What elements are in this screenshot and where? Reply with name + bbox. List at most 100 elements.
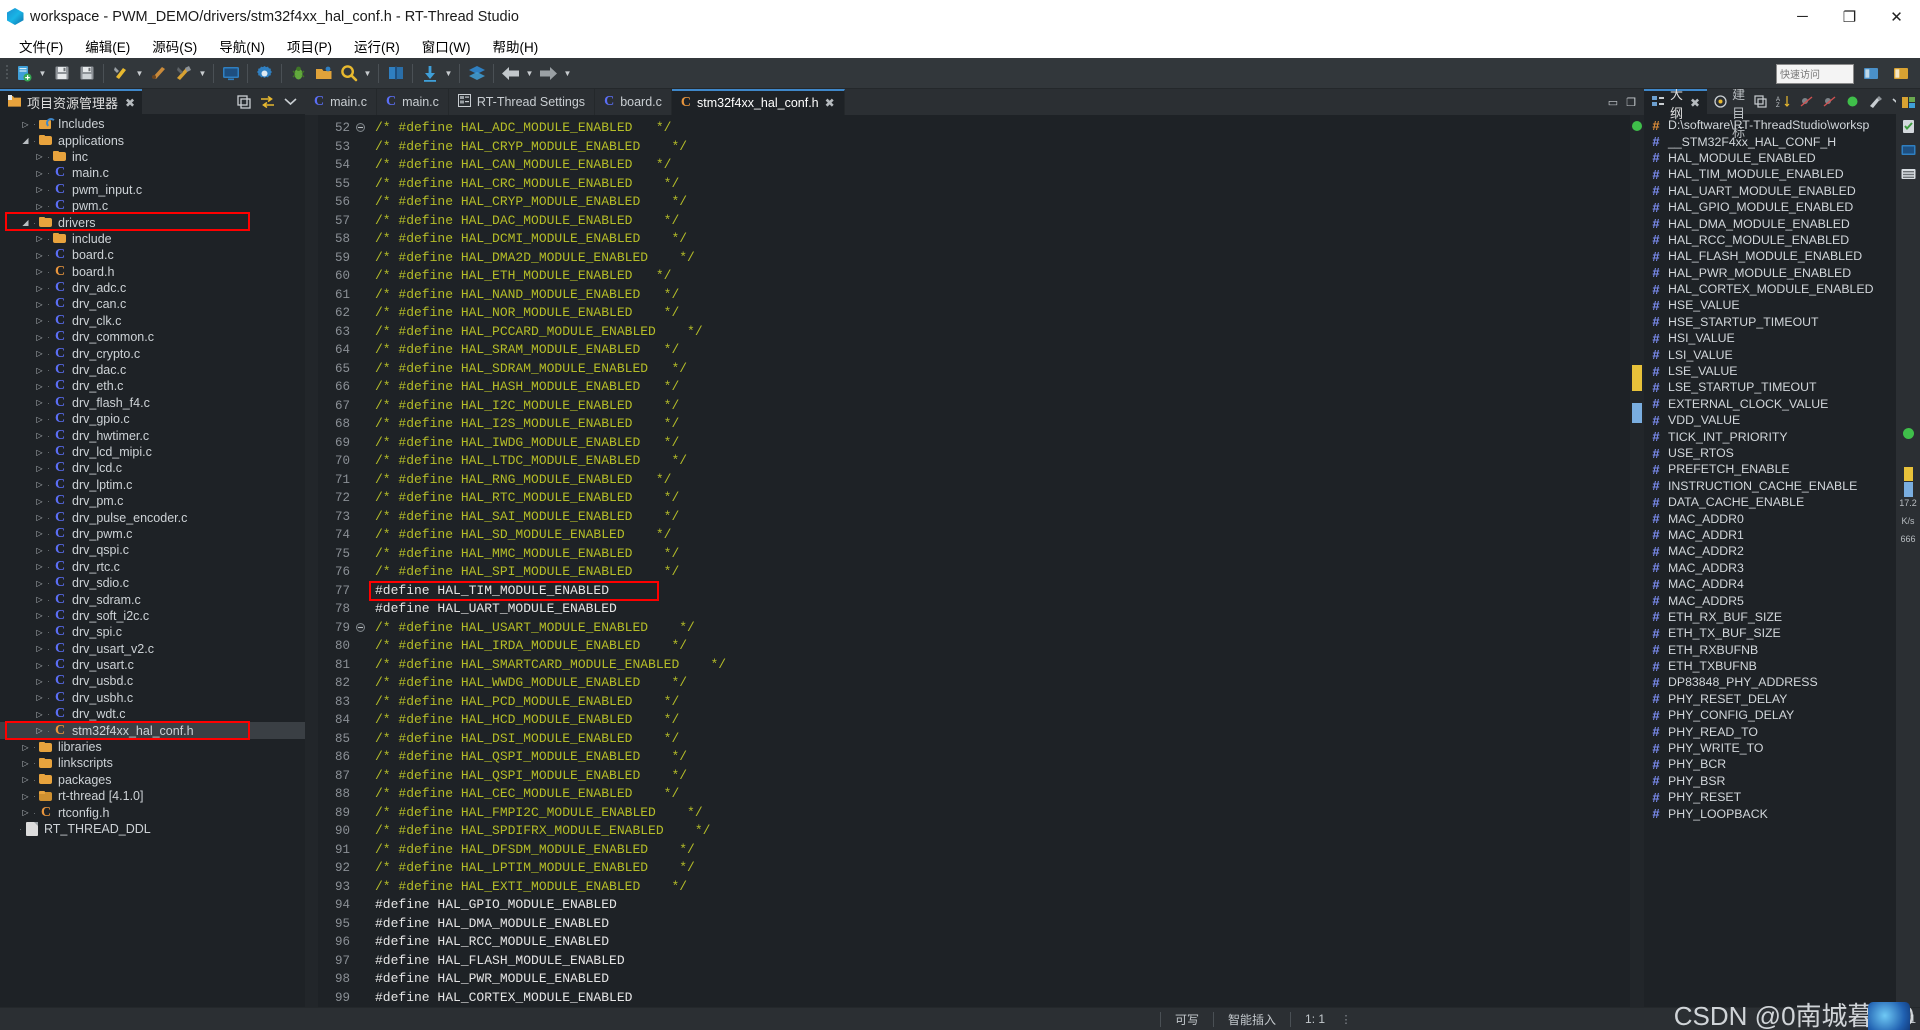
- tree-twisty-icon[interactable]: ▷: [34, 267, 45, 276]
- tree-item-pwm-input-c[interactable]: ▷ · Cpwm_input.c: [0, 182, 305, 198]
- tree-item-include[interactable]: ▷ · include: [0, 231, 305, 247]
- outline-item-hal-flash-module-enabled[interactable]: # HAL_FLASH_MODULE_ENABLED: [1644, 248, 1896, 264]
- tree-item-drv-flash-f4-c[interactable]: ▷ · Cdrv_flash_f4.c: [0, 395, 305, 411]
- editor-tab-board-c[interactable]: Cboard.c: [595, 89, 672, 115]
- new-file-dropdown-icon[interactable]: ▼: [36, 61, 49, 86]
- fold-slot[interactable]: [354, 619, 367, 638]
- fold-slot[interactable]: [354, 397, 367, 416]
- fold-slot[interactable]: [354, 434, 367, 453]
- fold-slot[interactable]: [354, 859, 367, 878]
- tree-twisty-icon[interactable]: ▷: [34, 513, 45, 522]
- tree-item-drv-dac-c[interactable]: ▷ · Cdrv_dac.c: [0, 362, 305, 378]
- outline-item-data-cache-enable[interactable]: # DATA_CACHE_ENABLE: [1644, 494, 1896, 510]
- fold-slot[interactable]: [354, 582, 367, 601]
- collapse-all-icon[interactable]: [236, 94, 252, 110]
- folding-ruler[interactable]: [354, 115, 367, 1007]
- outline-item-mac-addr4[interactable]: # MAC_ADDR4: [1644, 576, 1896, 592]
- collapse-all-icon[interactable]: [1752, 94, 1768, 110]
- tree-twisty-icon[interactable]: ◢: [20, 218, 31, 227]
- fold-slot[interactable]: [354, 304, 367, 323]
- open-perspective-icon[interactable]: [1859, 61, 1884, 86]
- tree-item-drv-lcd-mipi-c[interactable]: ▷ · Cdrv_lcd_mipi.c: [0, 444, 305, 460]
- tree-item-drv-sdio-c[interactable]: ▷ · Cdrv_sdio.c: [0, 575, 305, 591]
- outline-item-hal-cortex-module-enabled[interactable]: # HAL_CORTEX_MODULE_ENABLED: [1644, 281, 1896, 297]
- editor-tabbar[interactable]: Cmain.c Cmain.c RT-Thread Settings Cboard.c…: [305, 89, 1644, 115]
- build-dropdown-icon[interactable]: ▼: [133, 61, 146, 86]
- fold-slot[interactable]: [354, 933, 367, 952]
- tree-twisty-icon[interactable]: ▷: [34, 497, 45, 506]
- minimize-button[interactable]: ─: [1779, 0, 1826, 33]
- fold-slot[interactable]: [354, 878, 367, 897]
- tree-twisty-icon[interactable]: ▷: [20, 808, 31, 817]
- tree-twisty-icon[interactable]: ▷: [34, 382, 45, 391]
- outline-item-hal-gpio-module-enabled[interactable]: # HAL_GPIO_MODULE_ENABLED: [1644, 199, 1896, 215]
- new-file-icon[interactable]: [11, 61, 36, 86]
- outline-item-tick-int-priority[interactable]: # TICK_INT_PRIORITY: [1644, 428, 1896, 444]
- tree-item-includes[interactable]: ▷ · Includes: [0, 116, 305, 132]
- search-icon[interactable]: [336, 61, 361, 86]
- outline-item-hal-rcc-module-enabled[interactable]: # HAL_RCC_MODULE_ENABLED: [1644, 232, 1896, 248]
- close-icon[interactable]: ✖: [125, 96, 135, 110]
- fold-slot[interactable]: [354, 545, 367, 564]
- tree-item-applications[interactable]: ◢ · applications: [0, 132, 305, 148]
- console-icon[interactable]: [1900, 142, 1917, 159]
- tree-item-drv-pm-c[interactable]: ▷ · Cdrv_pm.c: [0, 493, 305, 509]
- editor-minimize-icon[interactable]: ▭: [1608, 96, 1618, 109]
- hide-fields-icon[interactable]: [1798, 94, 1814, 110]
- checklist-icon[interactable]: [1900, 118, 1917, 135]
- tree-twisty-icon[interactable]: ▷: [20, 759, 31, 768]
- tree-item-rt-thread-4-1-0-[interactable]: ▷ · rt-thread [4.1.0]: [0, 788, 305, 804]
- outline-item-use-rtos[interactable]: # USE_RTOS: [1644, 445, 1896, 461]
- tree-twisty-icon[interactable]: ▷: [34, 480, 45, 489]
- fold-slot[interactable]: [354, 970, 367, 989]
- outline-item-phy-bsr[interactable]: # PHY_BSR: [1644, 773, 1896, 789]
- tree-item-drv-qspi-c[interactable]: ▷ · Cdrv_qspi.c: [0, 542, 305, 558]
- fold-slot[interactable]: [354, 323, 367, 342]
- tree-item-drv-pwm-c[interactable]: ▷ · Cdrv_pwm.c: [0, 526, 305, 542]
- menu-run[interactable]: 运行(R): [343, 34, 411, 58]
- outline-item-eth-tx-buf-size[interactable]: # ETH_TX_BUF_SIZE: [1644, 625, 1896, 641]
- menu-help[interactable]: 帮助(H): [481, 34, 549, 58]
- fold-slot[interactable]: [354, 785, 367, 804]
- tree-twisty-icon[interactable]: ◢: [20, 136, 31, 145]
- tree-item-libraries[interactable]: ▷ · libraries: [0, 739, 305, 755]
- tree-twisty-icon[interactable]: ▷: [34, 152, 45, 161]
- tree-twisty-icon[interactable]: ▷: [34, 431, 45, 440]
- fold-slot[interactable]: [354, 138, 367, 157]
- outline-item-hsi-value[interactable]: # HSI_VALUE: [1644, 330, 1896, 346]
- outline-item-prefetch-enable[interactable]: # PREFETCH_ENABLE: [1644, 461, 1896, 477]
- problems-icon[interactable]: [1900, 166, 1917, 183]
- tree-item-board-h[interactable]: ▷ · Cboard.h: [0, 264, 305, 280]
- outline-list[interactable]: # D:\software\RT-ThreadStudio\worksp # __ST…: [1644, 114, 1896, 1007]
- fold-slot[interactable]: [354, 212, 367, 231]
- build-icon[interactable]: [108, 61, 133, 86]
- outline-item-mac-addr3[interactable]: # MAC_ADDR3: [1644, 560, 1896, 576]
- menu-file[interactable]: 文件(F): [8, 34, 74, 58]
- fold-collapse-icon[interactable]: [356, 622, 365, 632]
- link-editor-icon[interactable]: [259, 94, 275, 110]
- outline-item-hse-value[interactable]: # HSE_VALUE: [1644, 297, 1896, 313]
- tree-item-drv-hwtimer-c[interactable]: ▷ · Cdrv_hwtimer.c: [0, 427, 305, 443]
- editor-maximize-icon[interactable]: ❐: [1626, 96, 1636, 109]
- tree-twisty-icon[interactable]: ▷: [34, 693, 45, 702]
- tree-item-drv-spi-c[interactable]: ▷ · Cdrv_spi.c: [0, 624, 305, 640]
- search-dropdown-icon[interactable]: ▼: [361, 61, 374, 86]
- tree-item-inc[interactable]: ▷ · inc: [0, 149, 305, 165]
- toolbar-grip[interactable]: [4, 64, 11, 82]
- tree-twisty-icon[interactable]: ▷: [34, 300, 45, 309]
- outline-item-hal-pwr-module-enabled[interactable]: # HAL_PWR_MODULE_ENABLED: [1644, 265, 1896, 281]
- tree-twisty-icon[interactable]: ▷: [20, 120, 31, 129]
- tree-item-drv-eth-c[interactable]: ▷ · Cdrv_eth.c: [0, 378, 305, 394]
- outline-item-mac-addr1[interactable]: # MAC_ADDR1: [1644, 527, 1896, 543]
- hide-static-icon[interactable]: [1821, 94, 1837, 110]
- tree-item-main-c[interactable]: ▷ · Cmain.c: [0, 165, 305, 181]
- back-arrow-icon[interactable]: [498, 61, 523, 86]
- close-button[interactable]: ✕: [1873, 0, 1920, 33]
- outline-item-eth-txbufnb[interactable]: # ETH_TXBUFNB: [1644, 658, 1896, 674]
- outline-item-lse-startup-timeout[interactable]: # LSE_STARTUP_TIMEOUT: [1644, 379, 1896, 395]
- fold-slot[interactable]: [354, 119, 367, 138]
- project-tree[interactable]: ▷ · Includes ◢ · applications ▷ · inc ▷ · Cmain.c ▷ ·…: [0, 114, 305, 1007]
- fold-slot[interactable]: [354, 693, 367, 712]
- tree-twisty-icon[interactable]: ▷: [34, 611, 45, 620]
- fold-slot[interactable]: [354, 804, 367, 823]
